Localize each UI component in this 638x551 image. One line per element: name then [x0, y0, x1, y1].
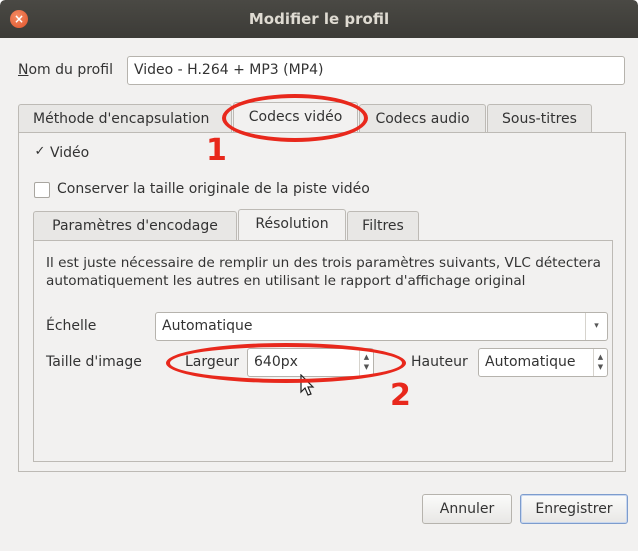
- window-title: Modifier le profil: [248, 10, 390, 28]
- annotation-circle-2: [166, 343, 406, 383]
- height-label: Hauteur: [411, 354, 468, 370]
- save-button[interactable]: Enregistrer: [520, 494, 628, 524]
- annotation-number-1: 1: [206, 133, 227, 168]
- keep-original-size-checkbox[interactable]: [34, 182, 50, 198]
- annotation-number-2: 2: [390, 378, 411, 413]
- scale-select-value: Automatique: [162, 318, 253, 334]
- height-value: Automatique: [485, 354, 576, 370]
- tab-filters[interactable]: Filtres: [347, 211, 419, 240]
- chevron-down-icon: ▾: [585, 313, 607, 340]
- height-spinbox[interactable]: Automatique ▲ ▼: [478, 348, 608, 377]
- scale-label: Échelle: [46, 318, 97, 334]
- spin-arrows-icon[interactable]: ▲ ▼: [593, 349, 607, 376]
- frame-size-label: Taille d'image: [46, 354, 142, 370]
- profile-name-label: Nom du profil: [18, 62, 113, 78]
- tab-resolution[interactable]: Résolution: [238, 209, 346, 240]
- video-enable-checkbox[interactable]: ✓: [32, 145, 48, 161]
- video-enable-label: Vidéo: [50, 145, 90, 161]
- keep-original-size-label: Conserver la taille originale de la pist…: [57, 181, 370, 197]
- dialog-window: × Modifier le profil Nom du profil Video…: [0, 0, 638, 551]
- title-bar: × Modifier le profil: [0, 0, 638, 38]
- tab-encapsulation[interactable]: Méthode d'encapsulation: [18, 104, 232, 133]
- profile-name-input[interactable]: Video - H.264 + MP3 (MP4): [127, 56, 625, 85]
- scale-select[interactable]: Automatique ▾: [155, 312, 608, 341]
- resolution-info-text: Il est juste nécessaire de remplir un de…: [46, 255, 601, 289]
- checkmark-icon: ✓: [34, 144, 46, 159]
- annotation-circle-1: [222, 94, 368, 142]
- tab-encoding-params[interactable]: Paramètres d'encodage: [33, 211, 237, 240]
- tab-audio-codecs[interactable]: Codecs audio: [359, 104, 486, 133]
- cancel-button[interactable]: Annuler: [422, 494, 512, 524]
- tab-subtitles[interactable]: Sous-titres: [487, 104, 592, 133]
